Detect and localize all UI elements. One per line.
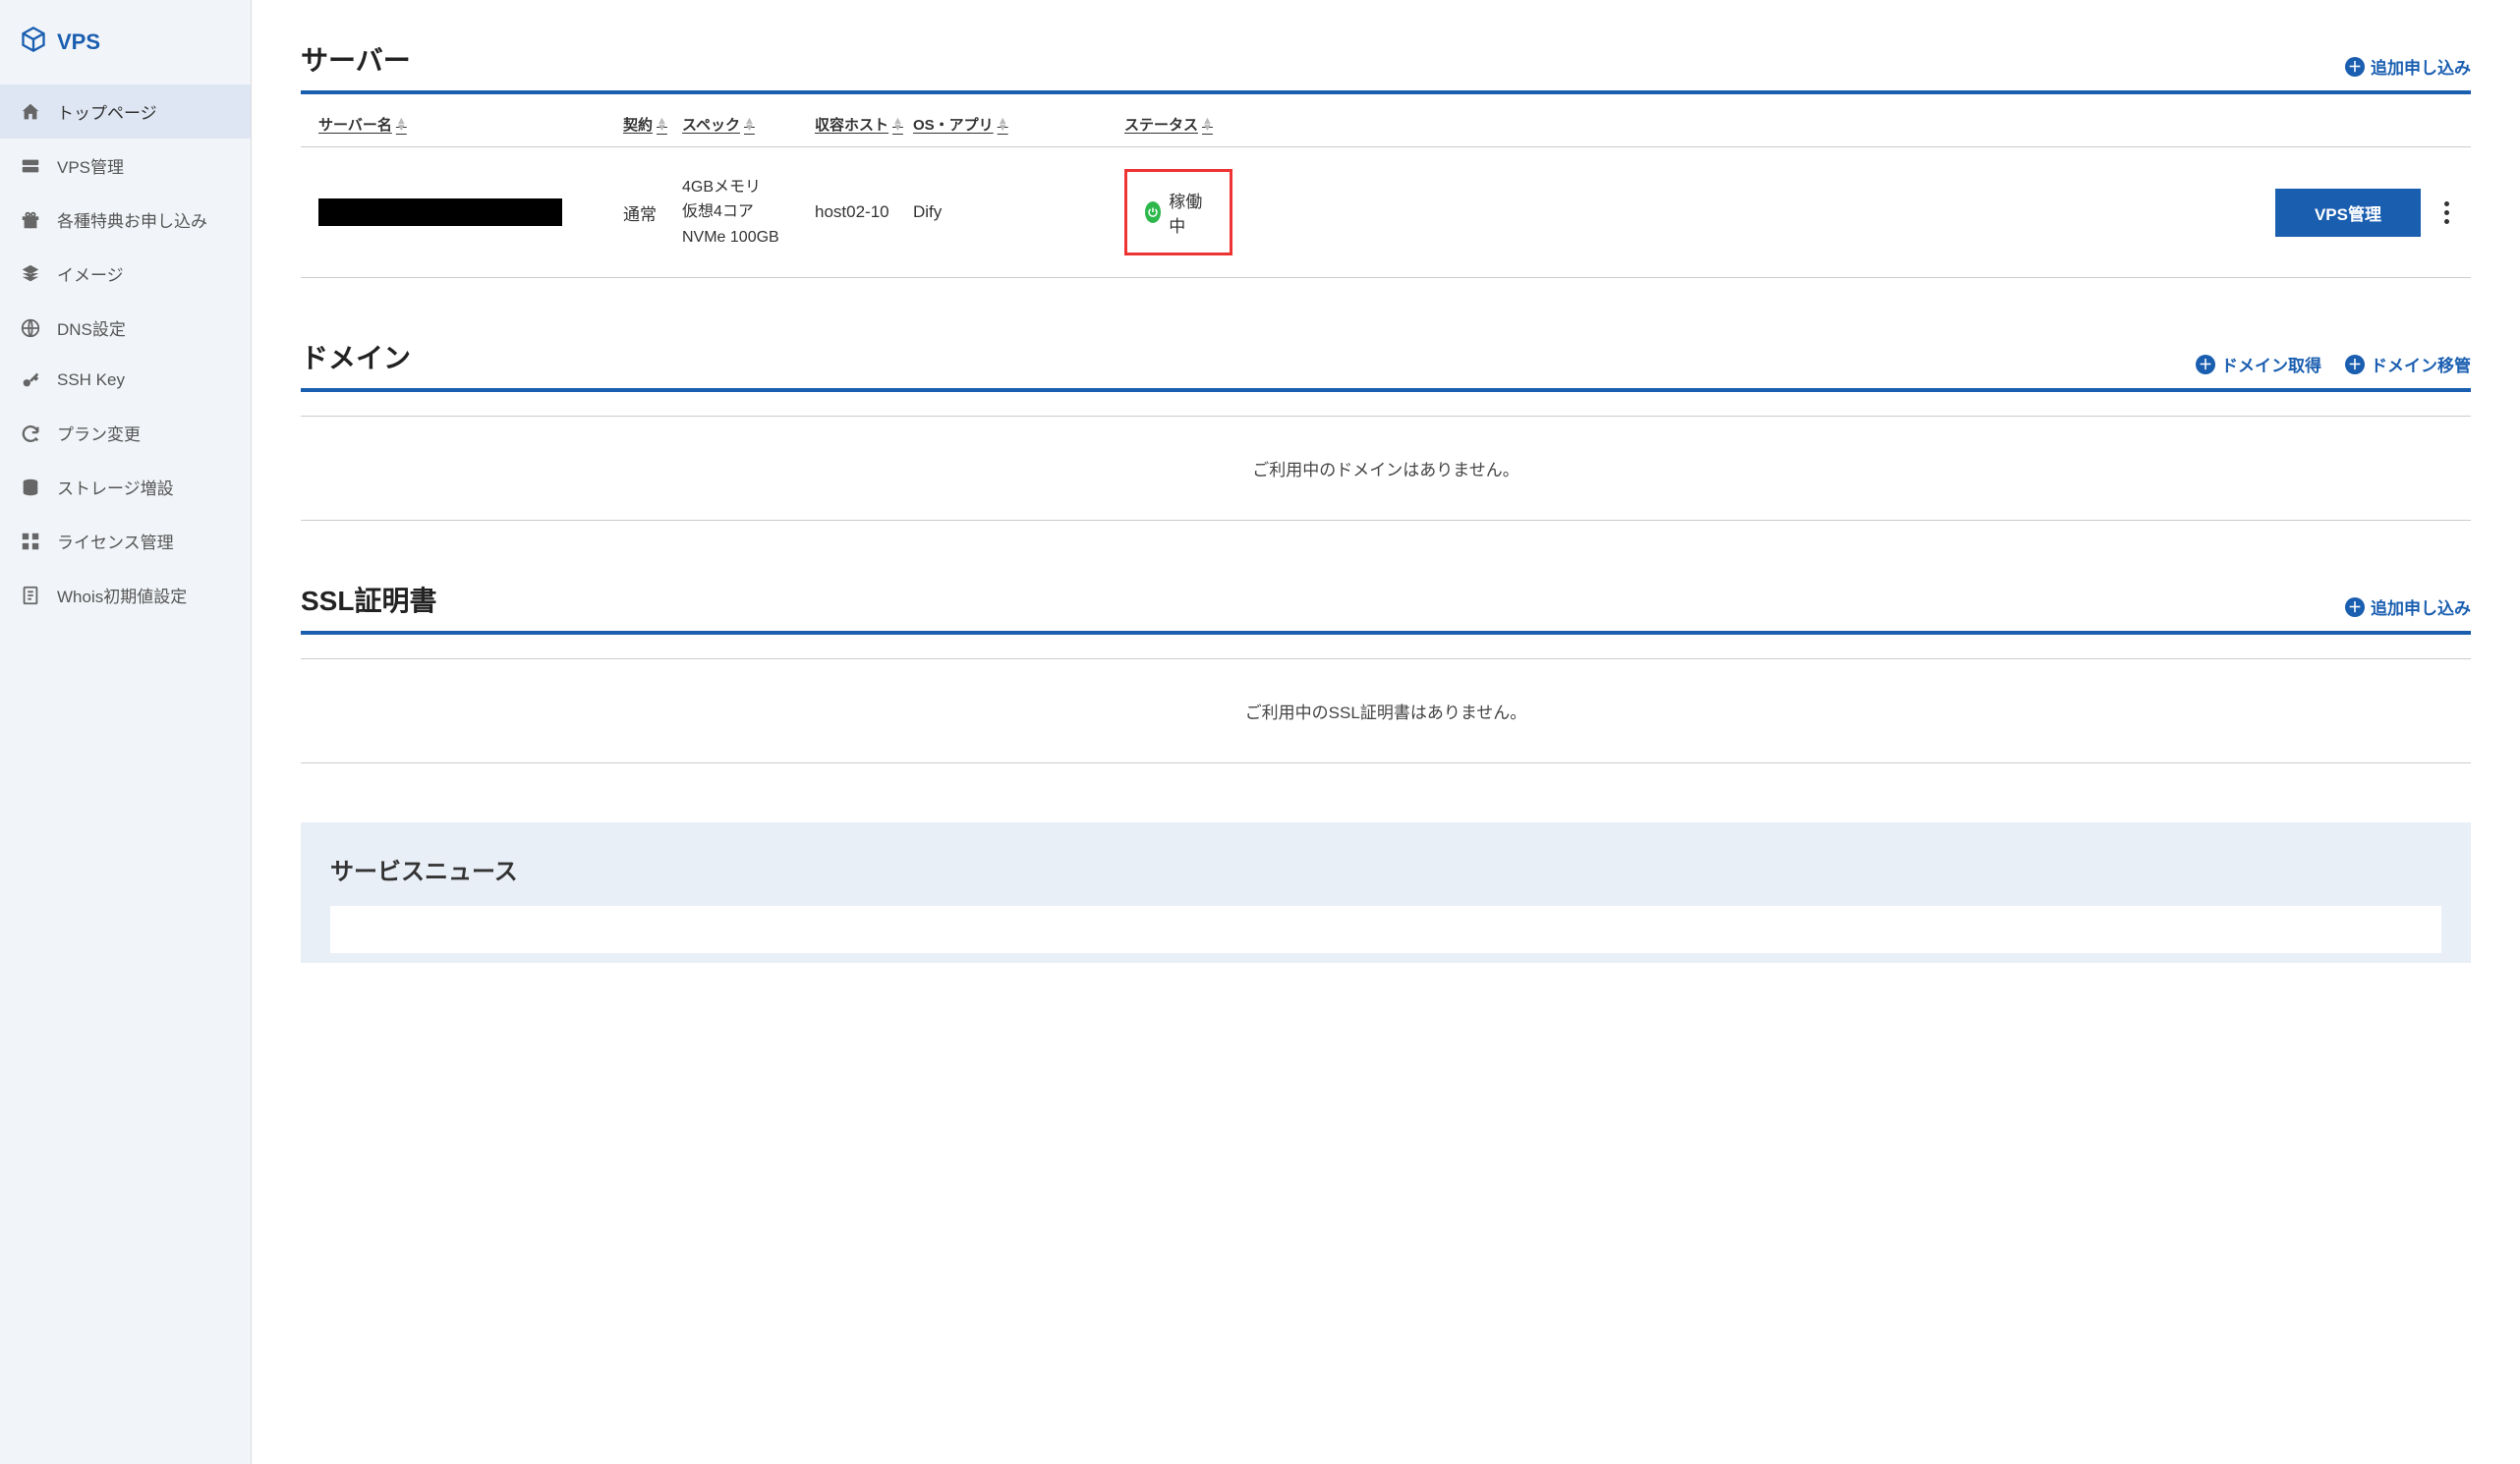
- sidebar-item-plan[interactable]: プラン変更: [0, 406, 251, 460]
- grid-icon: [20, 531, 41, 552]
- col-status[interactable]: ステータス▲▼: [1124, 114, 1213, 135]
- server-name-cell: [318, 198, 623, 226]
- sidebar-item-whois[interactable]: Whois初期値設定: [0, 568, 251, 622]
- domain-transfer-label: ドメイン移管: [2371, 352, 2471, 376]
- kebab-menu-icon[interactable]: [2440, 197, 2453, 228]
- plus-icon: ＋: [2196, 355, 2215, 374]
- cube-icon: [20, 26, 47, 59]
- sidebar-item-license[interactable]: ライセンス管理: [0, 514, 251, 568]
- server-name-redacted: [318, 198, 562, 226]
- domain-transfer-link[interactable]: ＋ ドメイン移管: [2345, 352, 2471, 376]
- gift-icon: [20, 209, 41, 231]
- table-row: 通常 4GBメモリ 仮想4コア NVMe 100GB host02-10 Dif…: [301, 147, 2471, 278]
- add-server-label: 追加申し込み: [2371, 54, 2471, 79]
- section-title-domain: ドメイン: [301, 337, 411, 376]
- col-server-name[interactable]: サーバー名▲▼: [318, 114, 407, 135]
- status-highlight: 稼働中: [1124, 169, 1232, 255]
- refresh-icon: [20, 422, 41, 444]
- sidebar-item-label: プラン変更: [57, 421, 141, 445]
- sidebar-item-benefits[interactable]: 各種特典お申し込み: [0, 193, 251, 247]
- table-header-row: サーバー名▲▼ 契約▲▼ スペック▲▼ 収容ホスト▲▼ OS・アプリ▲▼ ステー…: [301, 94, 2471, 147]
- domain-acquire-label: ドメイン取得: [2221, 352, 2321, 376]
- key-icon: [20, 369, 41, 391]
- brand-label: VPS: [57, 29, 100, 55]
- section-domain: ドメイン ＋ ドメイン取得 ＋ ドメイン移管 ご利用中のドメインはありません。: [301, 337, 2471, 521]
- sort-icon: ▲▼: [892, 118, 903, 131]
- sidebar-item-label: DNS設定: [57, 315, 126, 340]
- contract-value: 通常: [623, 200, 682, 225]
- layers-icon: [20, 263, 41, 285]
- power-icon: [1145, 201, 1161, 223]
- ssl-empty: ご利用中のSSL証明書はありません。: [301, 658, 2471, 763]
- sidebar-item-label: 各種特典お申し込み: [57, 207, 207, 232]
- news-title: サービスニュース: [330, 852, 2441, 886]
- database-icon: [20, 477, 41, 498]
- vps-manage-button[interactable]: VPS管理: [2275, 189, 2421, 237]
- sidebar-nav: トップページ VPS管理 各種特典お申し込み イメージ DNS設定 SSH Ke…: [0, 84, 251, 622]
- add-ssl-link[interactable]: ＋ 追加申し込み: [2345, 594, 2471, 619]
- document-icon: [20, 585, 41, 606]
- sidebar-item-label: Whois初期値設定: [57, 583, 187, 607]
- sidebar-item-label: SSH Key: [57, 370, 125, 390]
- section-title-server: サーバー: [301, 39, 411, 79]
- spec-value: 4GBメモリ 仮想4コア NVMe 100GB: [682, 175, 815, 251]
- sort-icon: ▲▼: [1202, 118, 1213, 131]
- os-value: Dify: [913, 202, 1124, 222]
- server-icon: [20, 155, 41, 177]
- col-host[interactable]: 収容ホスト▲▼: [815, 114, 903, 135]
- sidebar-item-label: ライセンス管理: [57, 529, 174, 553]
- sidebar-item-top[interactable]: トップページ: [0, 84, 251, 139]
- add-server-link[interactable]: ＋ 追加申し込み: [2345, 54, 2471, 79]
- home-icon: [20, 101, 41, 123]
- add-ssl-label: 追加申し込み: [2371, 594, 2471, 619]
- col-os[interactable]: OS・アプリ▲▼: [913, 114, 1008, 135]
- col-contract[interactable]: 契約▲▼: [623, 114, 667, 135]
- sidebar-item-label: ストレージ増設: [57, 475, 174, 499]
- domain-acquire-link[interactable]: ＋ ドメイン取得: [2196, 352, 2321, 376]
- sidebar: VPS トップページ VPS管理 各種特典お申し込み イメージ DNS設定: [0, 0, 252, 1464]
- col-spec[interactable]: スペック▲▼: [682, 114, 755, 135]
- sidebar-item-label: VPS管理: [57, 153, 124, 178]
- section-ssl: SSL証明書 ＋ 追加申し込み ご利用中のSSL証明書はありません。: [301, 580, 2471, 763]
- domain-empty: ご利用中のドメインはありません。: [301, 416, 2471, 521]
- plus-icon: ＋: [2345, 355, 2365, 374]
- status-text: 稼働中: [1169, 188, 1206, 237]
- main-content: サーバー ＋ 追加申し込み サーバー名▲▼ 契約▲▼ スペック▲▼ 収容ホスト▲…: [252, 0, 2520, 1464]
- status-cell: 稼働中: [1124, 169, 1232, 255]
- plus-icon: ＋: [2345, 597, 2365, 617]
- sort-icon: ▲▼: [998, 118, 1008, 131]
- news-body: [330, 906, 2441, 953]
- host-value: host02-10: [815, 202, 913, 222]
- globe-icon: [20, 317, 41, 339]
- plus-icon: ＋: [2345, 57, 2365, 77]
- section-server: サーバー ＋ 追加申し込み サーバー名▲▼ 契約▲▼ スペック▲▼ 収容ホスト▲…: [301, 39, 2471, 278]
- brand: VPS: [0, 0, 251, 84]
- sort-icon: ▲▼: [744, 118, 755, 131]
- sidebar-item-label: トップページ: [57, 99, 157, 124]
- sidebar-item-dns[interactable]: DNS設定: [0, 301, 251, 355]
- section-news: サービスニュース: [301, 822, 2471, 963]
- sidebar-item-label: イメージ: [57, 261, 124, 286]
- sidebar-item-storage[interactable]: ストレージ増設: [0, 460, 251, 514]
- section-title-ssl: SSL証明書: [301, 580, 436, 619]
- sidebar-item-vps[interactable]: VPS管理: [0, 139, 251, 193]
- sort-icon: ▲▼: [396, 118, 407, 131]
- server-table: サーバー名▲▼ 契約▲▼ スペック▲▼ 収容ホスト▲▼ OS・アプリ▲▼ ステー…: [301, 94, 2471, 278]
- sidebar-item-images[interactable]: イメージ: [0, 247, 251, 301]
- sort-icon: ▲▼: [657, 118, 667, 131]
- sidebar-item-ssh[interactable]: SSH Key: [0, 355, 251, 406]
